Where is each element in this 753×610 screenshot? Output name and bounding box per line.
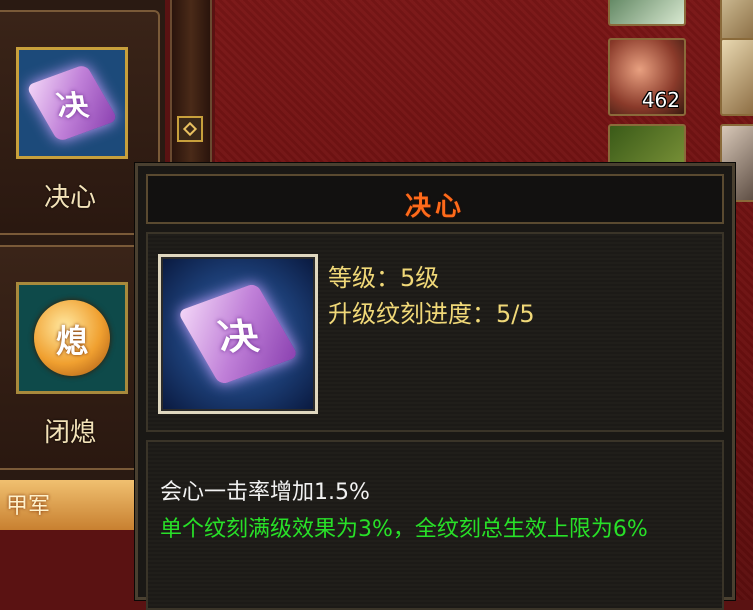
tooltip-info-section: 决 等级：5级 升级纹刻进度：5/5 bbox=[146, 232, 724, 432]
determination-gem-icon: 决 bbox=[161, 257, 315, 411]
gem-glyph: 决 bbox=[214, 315, 262, 359]
skill-glyph: 决 bbox=[53, 89, 92, 124]
skill-tooltip: 决心 决 等级：5级 升级纹刻进度：5/5 会心一击率增加1.5% 单个纹刻满级… bbox=[135, 163, 735, 610]
tooltip-title: 决心 bbox=[404, 192, 465, 222]
banner-text: 甲军 bbox=[6, 494, 51, 519]
tooltip-effect-section: 会心一击率增加1.5% 单个纹刻满级效果为3%，全纹刻总生效上限为6% bbox=[146, 440, 724, 610]
tooltip-title-bar: 决心 bbox=[146, 174, 724, 224]
tooltip-level: 等级：5级 bbox=[328, 264, 440, 292]
tooltip-effect: 会心一击率增加1.5% bbox=[160, 480, 370, 505]
skill-label-determination: 决心 bbox=[43, 183, 96, 213]
tooltip-progress: 升级纹刻进度：5/5 bbox=[328, 300, 535, 328]
bag-slot-item[interactable] bbox=[720, 38, 753, 116]
bag-slot-meat[interactable]: 462 bbox=[608, 38, 686, 116]
scrollbar-handle[interactable] bbox=[177, 116, 203, 142]
bag-slot-panda[interactable] bbox=[608, 0, 686, 26]
breath-coin-icon: 熄 bbox=[16, 282, 128, 394]
determination-gem-icon: 决 bbox=[16, 47, 128, 159]
item-count: 462 bbox=[641, 88, 680, 112]
tooltip-icon-frame: 决 bbox=[158, 254, 318, 414]
banner: 甲军 bbox=[0, 480, 135, 530]
skill-label-breath: 闭熄 bbox=[43, 418, 96, 448]
tooltip-bonus: 单个纹刻满级效果为3%，全纹刻总生效上限为6% bbox=[160, 517, 648, 542]
skill-glyph: 熄 bbox=[55, 322, 88, 360]
